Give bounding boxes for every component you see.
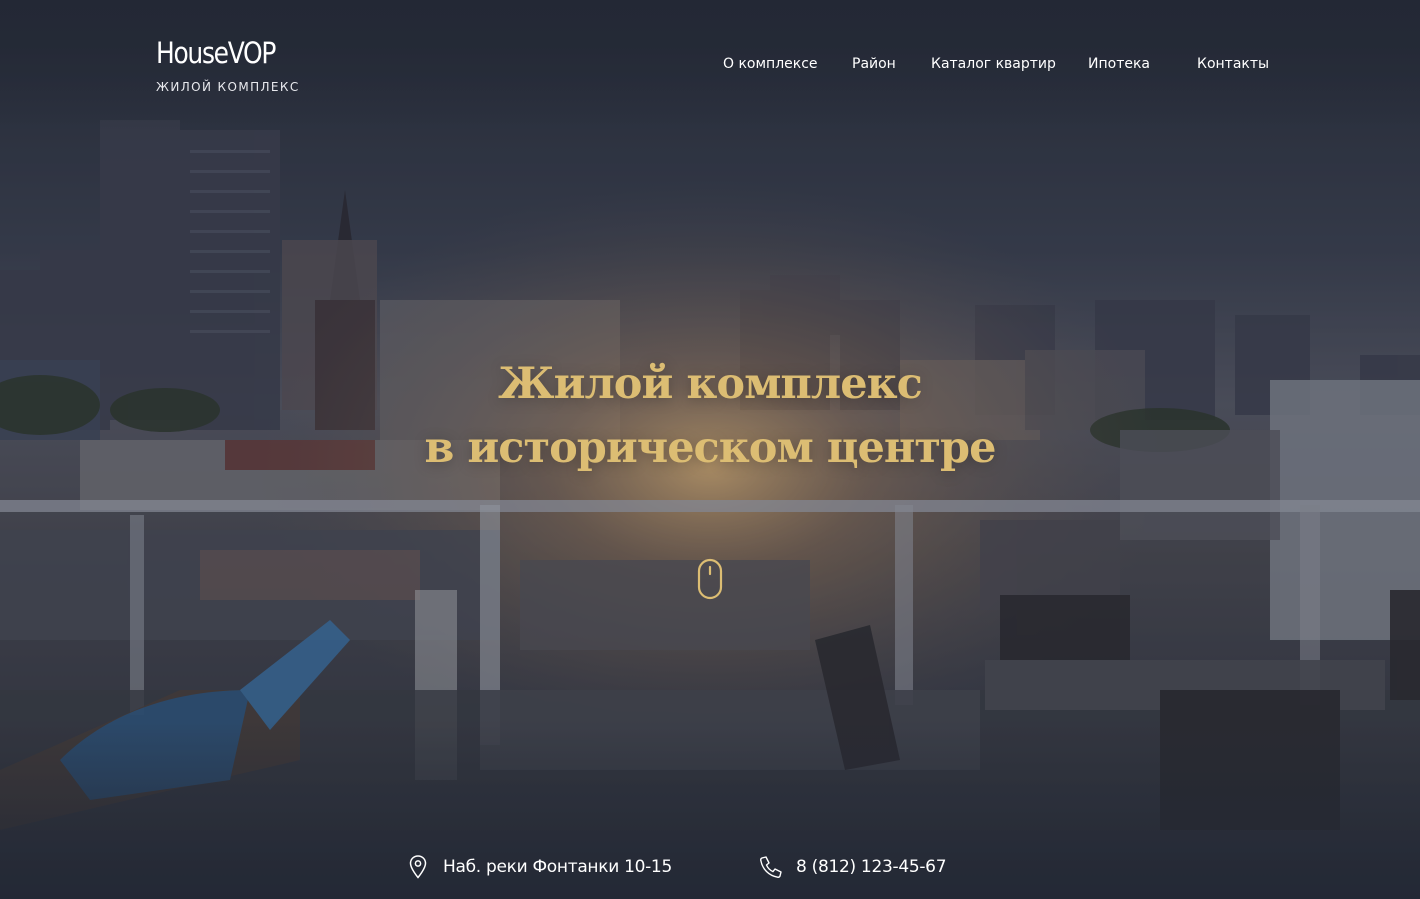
phone-icon	[760, 856, 782, 878]
phone-contact[interactable]: 8 (812) 123-45-67	[758, 852, 947, 882]
site-header: HouseVOP ЖИЛОЙ КОМПЛЕКС О комплексе Райо…	[0, 0, 1420, 110]
nav-item-contacts[interactable]: Контакты	[1197, 54, 1269, 74]
nav-item-about[interactable]: О комплексе	[723, 54, 818, 74]
hero-headline-line2: в историческом центре	[424, 423, 997, 473]
nav-item-district[interactable]: Район	[852, 54, 896, 74]
main-nav: О комплексе Район Каталог квартир Ипотек…	[0, 54, 1420, 76]
nav-item-mortgage[interactable]: Ипотека	[1088, 54, 1150, 74]
address-contact[interactable]: Наб. реки Фонтанки 10-15	[406, 852, 672, 882]
hero-headline: Жилой комплекс в историческом центре	[0, 352, 1420, 480]
logo-tagline: ЖИЛОЙ КОМПЛЕКС	[156, 80, 300, 94]
hero-section: HouseVOP ЖИЛОЙ КОМПЛЕКС О комплексе Райо…	[0, 0, 1420, 899]
phone-text: 8 (812) 123-45-67	[796, 857, 947, 877]
nav-item-catalog[interactable]: Каталог квартир	[931, 54, 1056, 74]
location-pin-icon	[409, 855, 427, 879]
address-text: Наб. реки Фонтанки 10-15	[443, 857, 672, 877]
contacts-bar	[0, 832, 1420, 899]
hero-headline-line1: Жилой комплекс	[498, 359, 923, 409]
mouse-icon[interactable]	[697, 558, 723, 600]
